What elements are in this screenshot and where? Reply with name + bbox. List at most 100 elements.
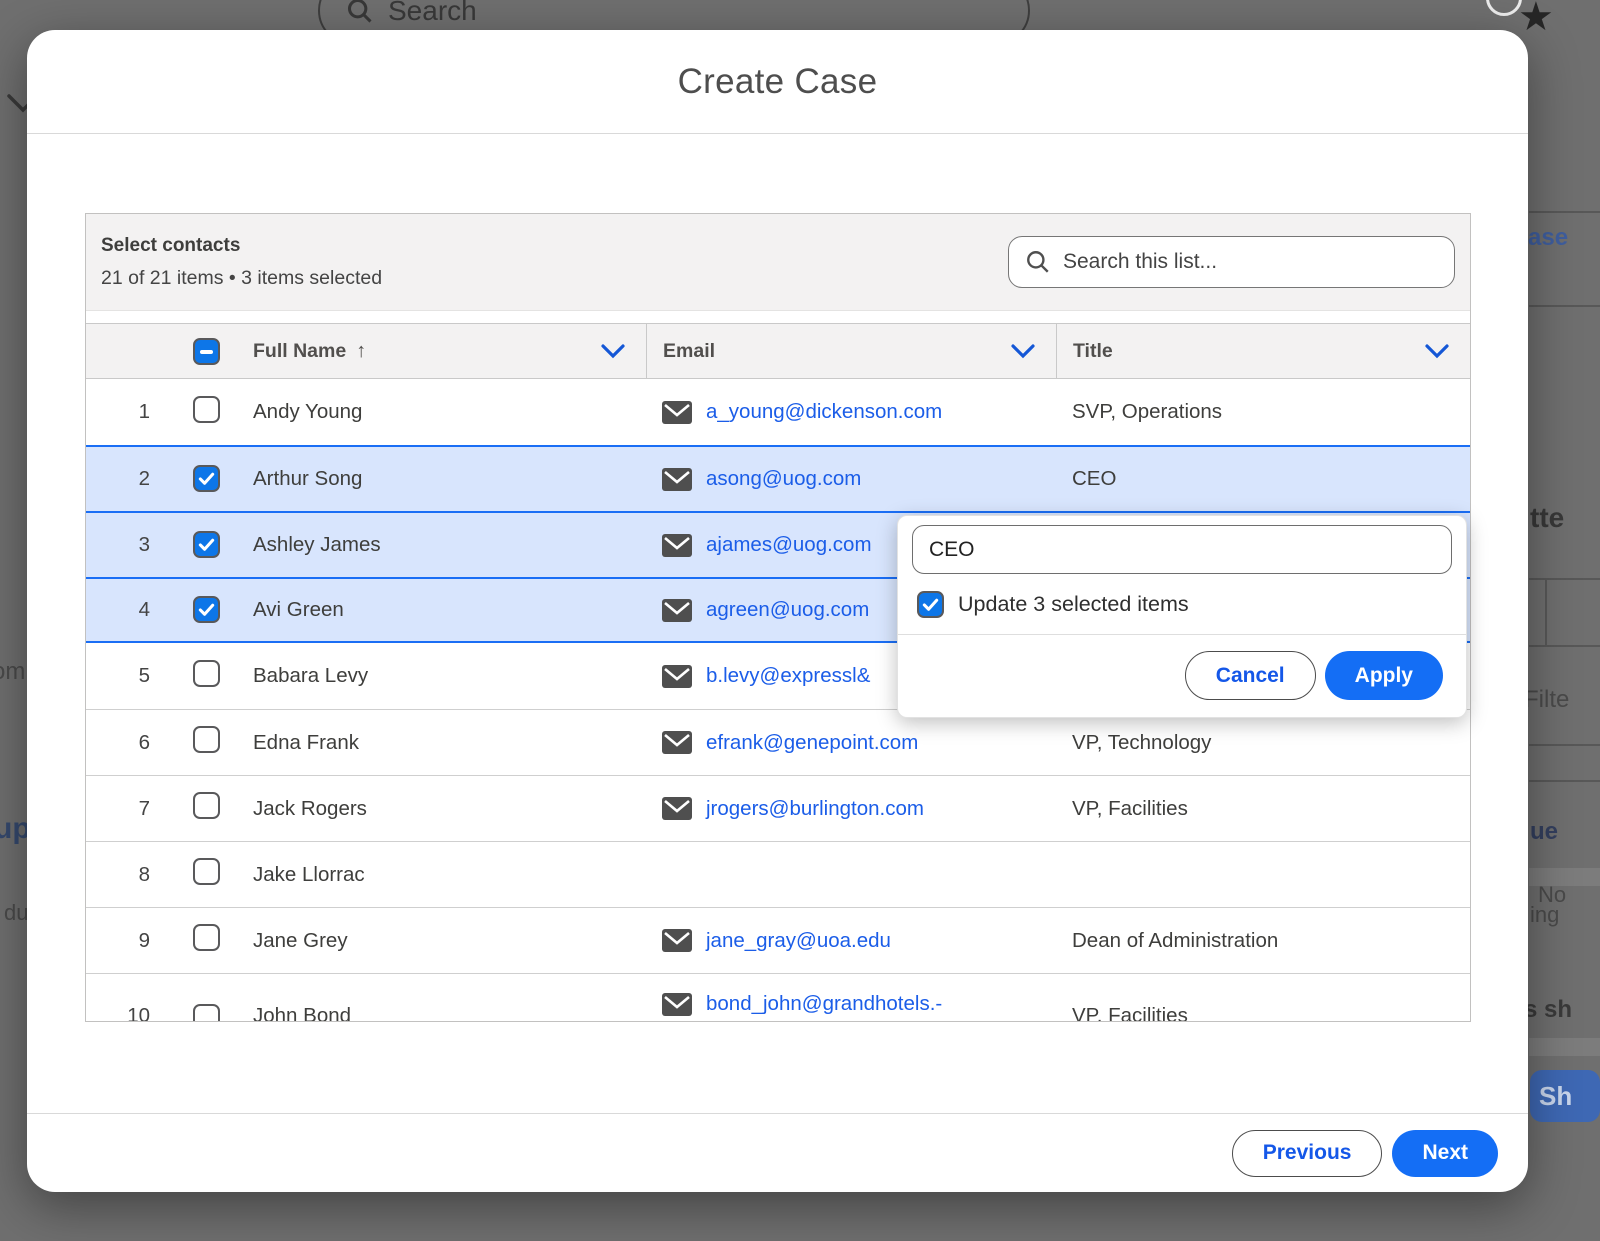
email-icon <box>662 468 692 491</box>
title-header-label: Title <box>1073 340 1113 363</box>
row-number: 5 <box>86 664 164 688</box>
popover-divider <box>898 634 1466 635</box>
list-search[interactable] <box>1008 236 1455 288</box>
bg-text-om: om <box>0 658 25 686</box>
email-icon <box>662 993 692 1016</box>
contact-name: Arthur Song <box>253 467 362 491</box>
contact-email[interactable]: agreen@uog.com <box>706 598 869 622</box>
bg-line <box>1529 645 1600 647</box>
row-checkbox[interactable] <box>193 396 220 423</box>
contact-email[interactable]: bond_john@grandhotels.- <box>706 992 942 1016</box>
row-number: 7 <box>86 797 164 821</box>
column-header-fullname[interactable]: Full Name ↑ <box>253 340 646 363</box>
contact-name: Edna Frank <box>253 731 359 755</box>
table-row[interactable]: 2 Arthur Song asong@uog.com CEO <box>86 445 1470 511</box>
row-checkbox[interactable] <box>193 465 220 492</box>
contact-name: Babara Levy <box>253 664 368 688</box>
row-checkbox[interactable] <box>193 531 220 558</box>
email-icon <box>662 797 692 820</box>
sort-ascending-icon: ↑ <box>356 340 366 363</box>
row-checkbox[interactable] <box>193 660 220 687</box>
row-number: 1 <box>86 400 164 424</box>
previous-button[interactable]: Previous <box>1232 1130 1383 1177</box>
panel-gap <box>86 311 1470 323</box>
row-number: 2 <box>86 467 164 491</box>
email-header-label: Email <box>663 340 715 363</box>
email-icon <box>662 599 692 622</box>
contact-name: Jack Rogers <box>253 797 367 821</box>
edit-title-popover: Update 3 selected items Cancel Apply <box>897 515 1467 718</box>
avatar <box>1486 0 1522 16</box>
contact-email[interactable]: jane_gray@uoa.edu <box>706 929 891 953</box>
table-row[interactable]: 6 Edna Frank efrank@genepoint.com VP, Te… <box>86 709 1470 775</box>
bg-line <box>1529 305 1600 307</box>
table-row[interactable]: 10 John Bond bond_john@grandhotels.- VP,… <box>86 973 1470 1022</box>
next-button[interactable]: Next <box>1392 1130 1498 1177</box>
cancel-button[interactable]: Cancel <box>1185 651 1316 700</box>
table-row[interactable]: 7 Jack Rogers jrogers@burlington.com VP,… <box>86 775 1470 841</box>
contact-title: CEO <box>1072 467 1116 491</box>
column-header-title[interactable]: Title <box>1056 323 1470 379</box>
chevron-down-icon <box>600 343 626 359</box>
modal-footer: Previous Next <box>27 1113 1528 1192</box>
fullname-header-label: Full Name <box>253 340 346 363</box>
row-number: 6 <box>86 731 164 755</box>
chevron-down-icon <box>1424 343 1450 359</box>
column-header-email[interactable]: Email <box>646 323 1056 379</box>
row-checkbox[interactable] <box>193 858 220 885</box>
contact-email[interactable]: b.levy@expressl& <box>706 664 870 688</box>
bg-strip <box>1529 868 1600 886</box>
chevron-down-icon <box>1010 343 1036 359</box>
bg-text-filte: Filte <box>1524 686 1569 714</box>
bg-text-tte: tte <box>1530 502 1564 534</box>
search-icon <box>1025 249 1051 275</box>
email-icon <box>662 665 692 688</box>
apply-button[interactable]: Apply <box>1325 651 1443 700</box>
bg-line <box>1529 578 1600 580</box>
table-header-row: Full Name ↑ Email Title <box>86 323 1470 379</box>
row-checkbox[interactable] <box>193 596 220 623</box>
title-edit-input[interactable] <box>912 525 1452 574</box>
contact-email[interactable]: asong@uog.com <box>706 467 861 491</box>
create-case-modal: Create Case Select contacts 21 of 21 ite… <box>27 30 1528 1192</box>
contact-email[interactable]: a_young@dickenson.com <box>706 400 942 424</box>
contact-email[interactable]: ajames@uog.com <box>706 533 872 557</box>
contact-email[interactable]: efrank@genepoint.com <box>706 731 918 755</box>
title-column-menu-chevron[interactable] <box>1424 343 1450 359</box>
bg-text-ssh: s sh <box>1524 996 1572 1024</box>
email-icon <box>662 401 692 424</box>
row-checkbox[interactable] <box>193 792 220 819</box>
update-selected-row[interactable]: Update 3 selected items <box>917 591 1452 618</box>
contact-title: SVP, Operations <box>1072 400 1222 424</box>
email-icon <box>662 534 692 557</box>
row-checkbox[interactable] <box>193 726 220 753</box>
select-all-cell <box>164 337 253 366</box>
email-column-menu-chevron[interactable] <box>1010 343 1036 359</box>
update-selected-checkbox[interactable] <box>917 591 944 618</box>
bg-text-ue: ue <box>1530 818 1558 846</box>
contact-title: VP, Facilities <box>1072 797 1188 821</box>
bg-line <box>1545 578 1547 645</box>
contact-title: Dean of Administration <box>1072 929 1278 953</box>
row-checkbox[interactable] <box>193 924 220 951</box>
contact-name: John Bond <box>253 1004 351 1022</box>
panel-header: Select contacts 21 of 21 items • 3 items… <box>86 214 1470 311</box>
fullname-column-menu-chevron[interactable] <box>600 343 626 359</box>
table-row[interactable]: 9 Jane Grey jane_gray@uoa.edu Dean of Ad… <box>86 907 1470 973</box>
row-number: 8 <box>86 863 164 887</box>
contact-name: Avi Green <box>253 598 344 622</box>
bg-line <box>1529 780 1600 782</box>
contact-name: Jake Llorrac <box>253 863 365 887</box>
list-search-input[interactable] <box>1063 250 1454 274</box>
table-row[interactable]: 1 Andy Young a_young@dickenson.com SVP, … <box>86 379 1470 445</box>
row-checkbox[interactable] <box>193 1004 220 1022</box>
select-all-checkbox[interactable] <box>193 338 220 365</box>
email-icon <box>662 929 692 952</box>
table-row[interactable]: 8 Jake Llorrac <box>86 841 1470 907</box>
email-icon <box>662 731 692 754</box>
modal-title: Create Case <box>678 62 878 102</box>
items-summary: 21 of 21 items • 3 items selected <box>101 267 382 290</box>
update-selected-label: Update 3 selected items <box>958 592 1189 617</box>
bg-text-case: ase <box>1528 224 1568 252</box>
contact-email[interactable]: jrogers@burlington.com <box>706 797 924 821</box>
